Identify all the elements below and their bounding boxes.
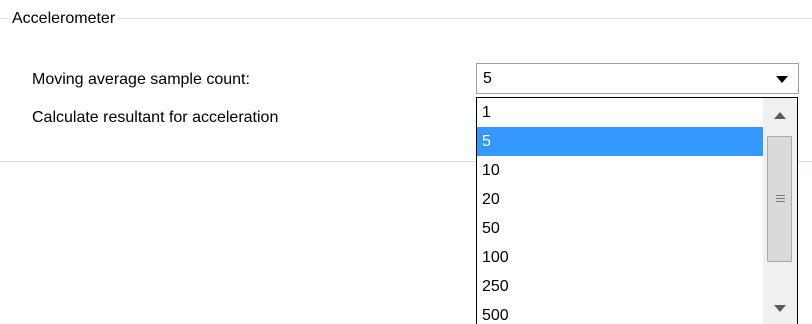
group-box-top-border	[0, 18, 812, 19]
option-5[interactable]: 5	[477, 127, 763, 156]
option-list: 1 5 10 20 50 100 250 500	[477, 98, 763, 324]
scroll-thumb[interactable]	[767, 136, 792, 262]
option-1[interactable]: 1	[477, 98, 763, 127]
option-20[interactable]: 20	[477, 185, 763, 214]
sample-count-dropdown-list[interactable]: 1 5 10 20 50 100 250 500	[476, 97, 798, 324]
option-10[interactable]: 10	[477, 156, 763, 185]
chevron-down-icon[interactable]	[776, 76, 788, 83]
option-100[interactable]: 100	[477, 243, 763, 272]
sample-count-combobox[interactable]: 5	[476, 63, 799, 94]
combobox-value: 5	[483, 70, 492, 87]
resultant-label: Calculate resultant for acceleration	[32, 109, 279, 126]
dropdown-scrollbar[interactable]	[763, 98, 797, 324]
option-500[interactable]: 500	[477, 301, 763, 324]
option-250[interactable]: 250	[477, 272, 763, 301]
scroll-up-arrow-icon[interactable]	[763, 98, 797, 132]
group-title: Accelerometer	[10, 10, 118, 28]
option-50[interactable]: 50	[477, 214, 763, 243]
scroll-down-arrow-icon[interactable]	[763, 291, 797, 324]
moving-average-label: Moving average sample count:	[32, 71, 250, 88]
